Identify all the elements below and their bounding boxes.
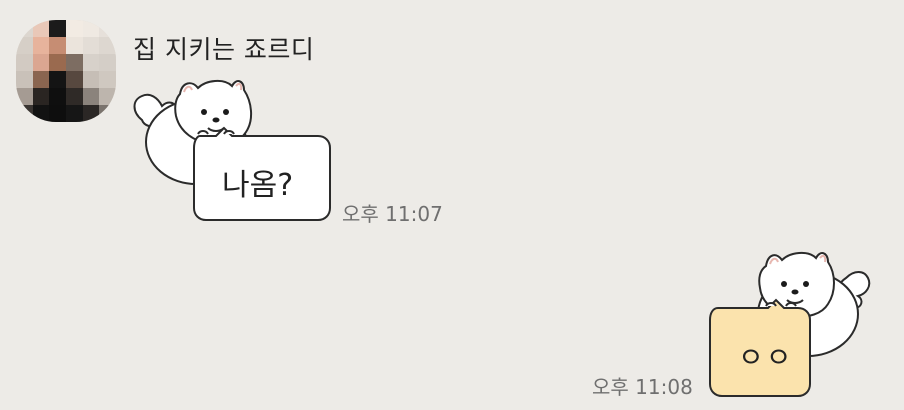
outgoing-sticker[interactable]: ㅇㅇ [704,244,876,398]
sender-name: 집 지키는 죠르디 [133,35,315,64]
message-timestamp: 오후 11:07 [342,202,443,226]
message-timestamp: 오후 11:08 [592,375,693,399]
incoming-sticker[interactable]: 나옴? [128,72,338,224]
sticker-text: 나옴? [222,168,294,203]
sticker-text: ㅇㅇ [738,341,794,374]
avatar[interactable] [16,20,116,122]
